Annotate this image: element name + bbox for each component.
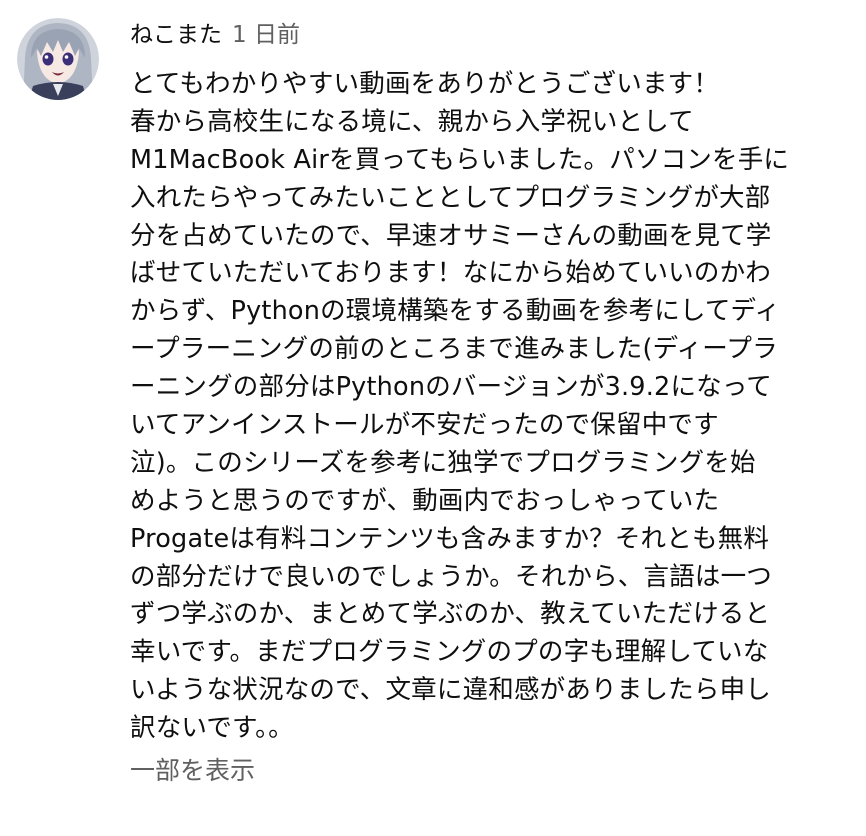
anime-character-avatar-icon [17,18,99,100]
comment-thread: ねこまた 1 日前 とてもわかりやすい動画をありがとうございます！ 春から高校生… [0,0,866,836]
comment-timestamp[interactable]: 1 日前 [232,14,300,56]
comment-line: めようと思うのですが、動画内でおっしゃっていた [130,485,720,516]
avatar[interactable] [17,18,99,100]
comment-line: いてアンインストールが不安だったので保留中です [130,410,719,441]
comment-header: ねこまた 1 日前 [130,14,835,56]
comment-line: の部分だけで良いのでしょうか。それから、言語は一つ [130,561,772,592]
comment-body: ねこまた 1 日前 とてもわかりやすい動画をありがとうございます！ 春から高校生… [130,14,835,788]
comment-line: とてもわかりやすい動画をありがとうございます！ [130,69,720,99]
comment-line: ずつ学ぶのか、まとめて学ぶのか、教えていただけると [130,599,771,630]
show-less-button[interactable]: 一部を表示 [130,754,255,788]
comment-line: ばせていただいております！なにから始めていいのかわ [130,258,771,289]
comment-line: Progateは有料コンテンツも含みますか？それとも無料 [130,523,770,554]
author-name[interactable]: ねこまた [130,14,222,56]
comment-line: ーニングの部分はPythonのバージョンが3.9.2になって [130,372,772,403]
comment-line: 泣)。このシリーズを参考に独学でプログラミングを始 [130,447,756,478]
comment-text: とてもわかりやすい動画をありがとうございます！ 春から高校生になる境に、親から入… [130,66,835,748]
comment-line: 分を占めていたので、早速オサミーさんの動画を見て学 [130,220,772,251]
comment-line: からず、Pythonの環境構築をする動画を参考にしてディ [130,296,781,327]
comment-line: 幸いです。まだプログラミングのプの字も理解していな [130,637,769,668]
comment-line: いような状況なので、文章に違和感がありましたら申し [130,675,771,706]
comment-line: 訳ないです。。 [130,713,294,744]
comment-line: M1MacBook Airを買ってもらいました。パソコンを手に [130,144,790,175]
comment-line: 春から高校生になる境に、親から入学祝いとして [130,106,694,137]
comment-line: ープラーニングの前のところまで進みました(ディープラ [130,334,778,365]
comment-line: 入れたらやってみたいこととしてプログラミングが大部 [130,182,771,213]
